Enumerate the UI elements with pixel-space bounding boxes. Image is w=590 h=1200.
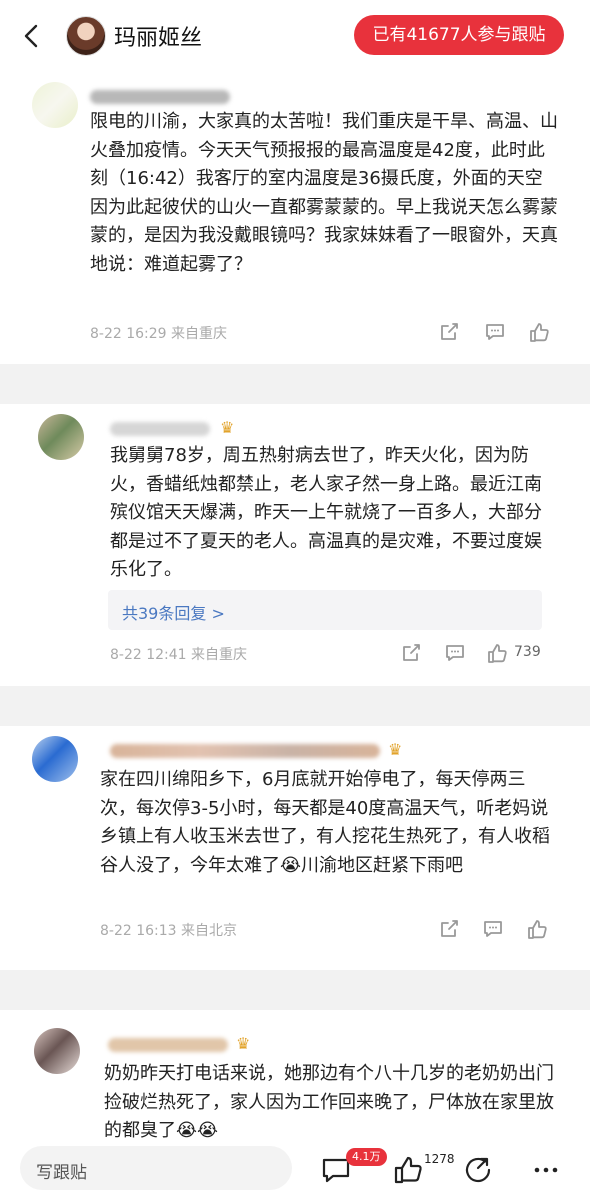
share-icon[interactable] xyxy=(400,642,422,664)
comment-card: 限电的川渝，大家真的太苦啦！我们重庆是干旱、高温、山火叠加疫情。今天天气预报报的… xyxy=(28,78,562,358)
crown-icon: ♛ xyxy=(220,418,235,437)
comment-text: 奶奶昨天打电话来说，她那边有个八十几岁的老奶奶出门捡破烂热死了，家人因为工作回来… xyxy=(104,1063,554,1141)
avatar[interactable] xyxy=(34,1028,80,1074)
author-avatar[interactable] xyxy=(66,16,106,56)
avatar[interactable] xyxy=(32,82,78,128)
like-icon[interactable] xyxy=(486,642,508,664)
bottom-bar: 写跟贴 4.1万 1278 xyxy=(0,1140,590,1200)
comment-meta: 8-22 16:29 来自重庆 xyxy=(90,326,228,342)
comment-meta: 8-22 16:13 来自北京 xyxy=(100,923,238,939)
comment-card: ♛ 我舅舅78岁，周五热射病去世了，昨天火化，因为防火，香蜡纸烛都禁止，老人家孑… xyxy=(28,404,562,680)
compose-placeholder: 写跟贴 xyxy=(36,1163,87,1183)
reply-icon[interactable] xyxy=(444,642,466,664)
section-divider xyxy=(0,686,590,726)
share-icon[interactable] xyxy=(462,1154,494,1186)
like-icon[interactable] xyxy=(526,918,548,940)
like-icon[interactable] xyxy=(528,321,550,343)
replies-box[interactable]: 共39条回复 > xyxy=(108,590,542,630)
more-icon[interactable] xyxy=(530,1154,562,1186)
compose-input[interactable]: 写跟贴 xyxy=(20,1146,292,1190)
comment-count-badge: 4.1万 xyxy=(346,1148,387,1166)
comment-text: 我舅舅78岁，周五热射病去世了，昨天火化，因为防火，香蜡纸烛都禁止，老人家孑然一… xyxy=(110,445,542,580)
username-blurred[interactable] xyxy=(108,1038,228,1052)
reply-icon[interactable] xyxy=(482,918,504,940)
comment-text: 家在四川绵阳乡下，6月底就开始停电了，每天停两三次，每次停3-5小时，每天都是4… xyxy=(100,769,550,876)
username-blurred[interactable] xyxy=(110,744,380,758)
crown-icon: ♛ xyxy=(236,1034,251,1053)
share-icon[interactable] xyxy=(438,321,460,343)
page-title: 玛丽姬丝 xyxy=(114,26,203,51)
comment-card: ♛ 奶奶昨天打电话来说，她那边有个八十几岁的老奶奶出门捡破烂热死了，家人因为工作… xyxy=(28,1010,562,1141)
section-divider xyxy=(0,970,590,1010)
top-bar: 玛丽姬丝 已有41677人参与跟贴 xyxy=(0,0,590,72)
crown-icon: ♛ xyxy=(388,740,403,759)
comment-card: ♛ 家在四川绵阳乡下，6月底就开始停电了，每天停两三次，每次停3-5小时，每天都… xyxy=(28,726,562,966)
back-arrow-icon[interactable] xyxy=(18,22,46,50)
like-count: 1278 xyxy=(424,1152,455,1166)
avatar[interactable] xyxy=(38,414,84,460)
comment-meta: 8-22 12:41 来自重庆 xyxy=(110,647,248,663)
participants-badge[interactable]: 已有41677人参与跟贴 xyxy=(354,15,564,55)
reply-icon[interactable] xyxy=(484,321,506,343)
username-blurred[interactable] xyxy=(90,90,230,104)
section-divider xyxy=(0,364,590,404)
avatar[interactable] xyxy=(32,736,78,782)
share-icon[interactable] xyxy=(438,918,460,940)
like-count: 739 xyxy=(514,644,541,660)
comment-text: 限电的川渝，大家真的太苦啦！我们重庆是干旱、高温、山火叠加疫情。今天天气预报报的… xyxy=(90,111,558,275)
username-blurred[interactable] xyxy=(110,422,210,436)
like-icon[interactable] xyxy=(392,1154,424,1186)
replies-link[interactable]: 共39条回复 > xyxy=(122,600,225,624)
